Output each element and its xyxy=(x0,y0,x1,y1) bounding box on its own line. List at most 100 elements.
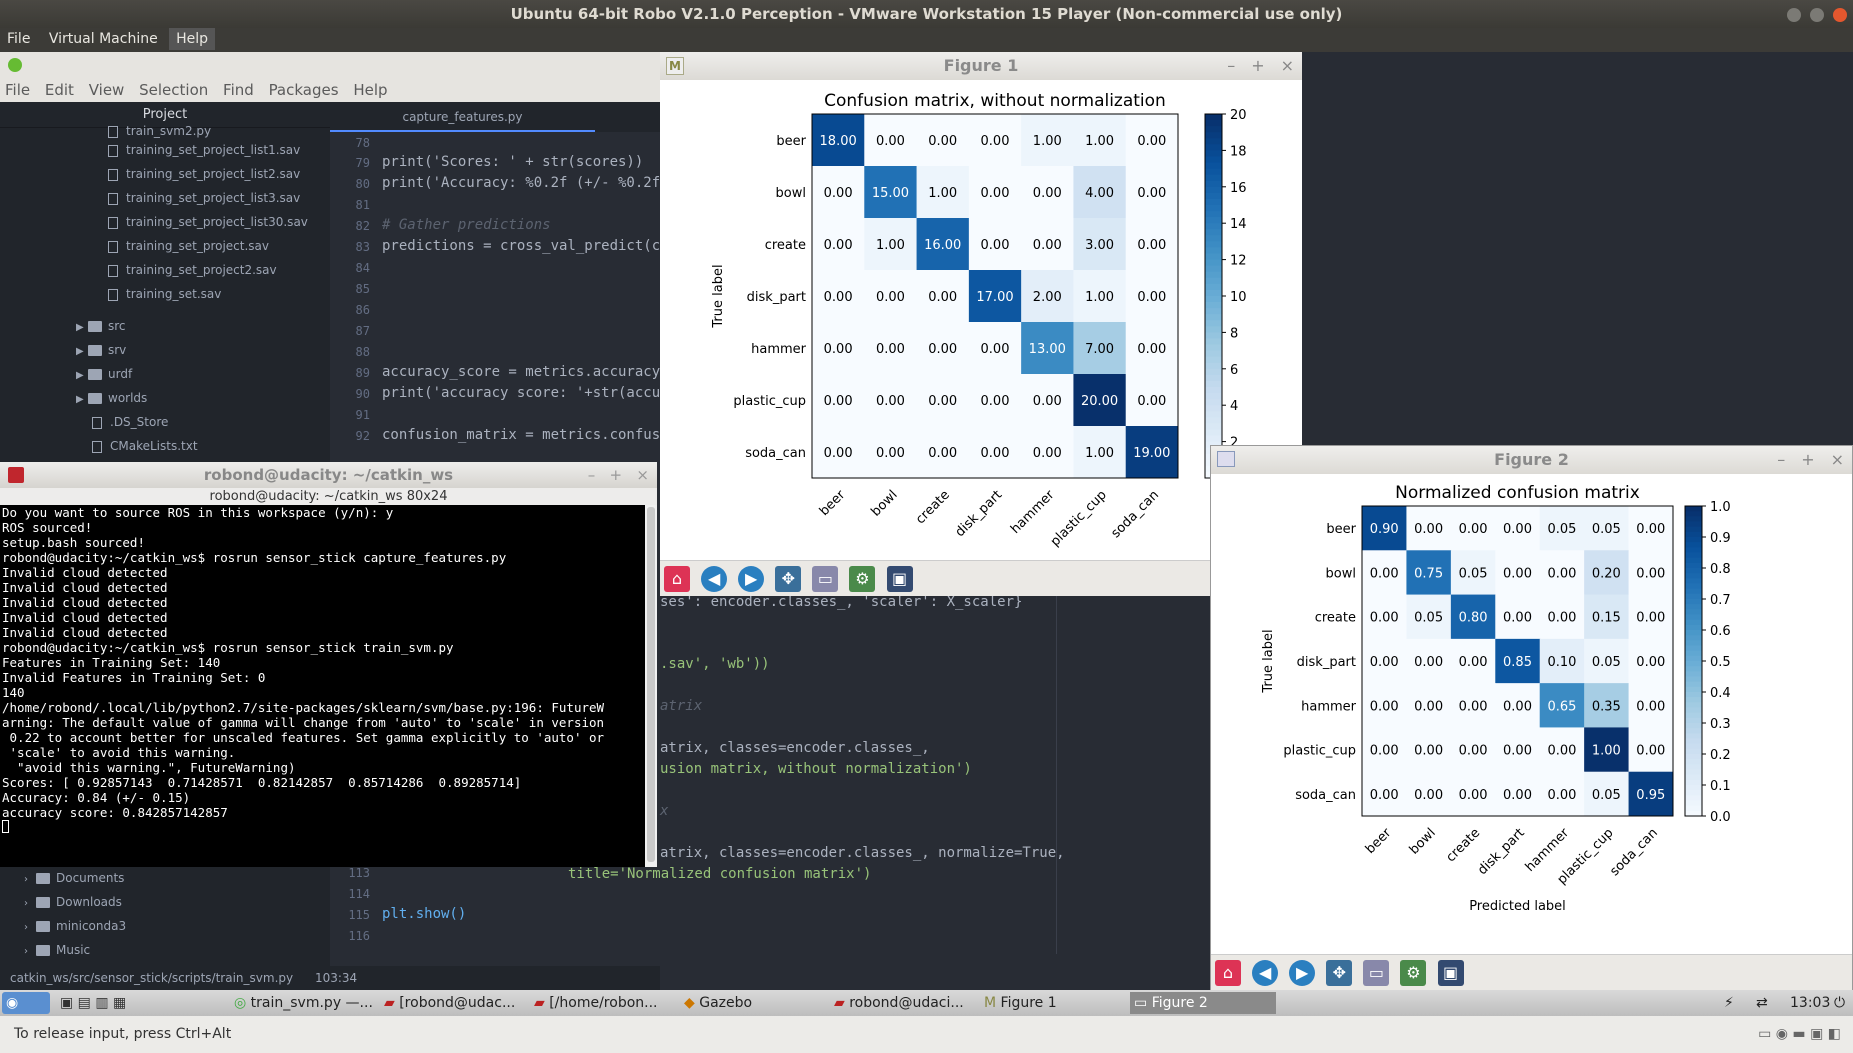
task-item[interactable]: ▰ robond@udaci... xyxy=(830,992,972,1014)
folder-item[interactable]: ▶ srv xyxy=(76,338,198,362)
cell-value-label: 0.00 xyxy=(981,446,1010,461)
cell-value-label: 0.00 xyxy=(1459,655,1488,670)
atom-menu-help[interactable]: Help xyxy=(348,78,392,102)
vm-device-icons[interactable]: ▭ ◉ ▬ ▣ ◧ xyxy=(1758,1016,1841,1053)
file-item[interactable]: training_set_project2.sav xyxy=(108,258,308,282)
home-icon[interactable]: ⌂ xyxy=(1215,960,1241,986)
folder-item[interactable]: › Downloads xyxy=(24,890,126,914)
file-item[interactable]: training_set_project.sav xyxy=(108,234,308,258)
battery-icon[interactable]: ⚡ xyxy=(1720,992,1750,1014)
vm-menu-file[interactable]: File xyxy=(0,28,37,50)
colorbar-segment xyxy=(1205,144,1222,151)
start-menu-icon[interactable]: ◉ xyxy=(2,992,50,1014)
code-editor[interactable]: capture_features.py 78 79 80 81 82 83 84… xyxy=(330,102,660,482)
vm-menu-virtual-machine[interactable]: Virtual Machine xyxy=(42,28,165,50)
figure2-window-controls[interactable]: – + × xyxy=(1761,446,1844,474)
colorbar-segment xyxy=(1685,630,1702,636)
folder-item[interactable]: › Documents xyxy=(24,866,126,890)
task-item[interactable]: ◆ Gazebo xyxy=(680,992,822,1014)
configure-subplots-icon[interactable]: ⚙ xyxy=(1400,960,1427,986)
atom-menu-file[interactable]: File xyxy=(0,78,35,102)
cell-value-label: 1.00 xyxy=(928,186,957,201)
code-line: print('accuracy score: '+str(accu xyxy=(382,385,661,401)
scrollbar-thumb[interactable] xyxy=(647,507,655,862)
tab-capture-features[interactable]: capture_features.py xyxy=(330,102,595,132)
terminal-window-controls[interactable]: – + × xyxy=(588,462,649,488)
folder-item[interactable]: › Music xyxy=(24,938,126,962)
vm-window-controls[interactable] xyxy=(1783,0,1847,28)
file-item[interactable]: training_set_project_list1.sav xyxy=(108,138,308,162)
task-item-active[interactable]: ▭ Figure 2 xyxy=(1130,992,1276,1014)
power-icon[interactable]: ⏻ xyxy=(1830,992,1852,1014)
atom-menu-find[interactable]: Find xyxy=(218,78,259,102)
colorbar-segment xyxy=(1685,645,1702,652)
atom-menu-selection[interactable]: Selection xyxy=(134,78,213,102)
folder-item[interactable]: › miniconda3 xyxy=(24,914,126,938)
forward-icon[interactable]: ▶ xyxy=(738,566,765,592)
forward-icon[interactable]: ▶ xyxy=(1289,960,1316,986)
back-icon[interactable]: ◀ xyxy=(1252,960,1279,986)
clock[interactable]: 13:03 xyxy=(1786,992,1830,1014)
figure1-canvas: Confusion matrix, without normalization 1… xyxy=(660,80,1302,560)
folder-item[interactable]: ▶ urdf xyxy=(76,362,198,386)
task-item[interactable]: ▰ [robond@udac... xyxy=(380,992,522,1014)
save-icon[interactable]: ▣ xyxy=(1437,960,1464,986)
cell-value-label: 0.00 xyxy=(928,290,957,305)
figure1-window: M Figure 1 – + × Confusion matrix, without… xyxy=(660,52,1302,596)
maximize-icon[interactable] xyxy=(1809,7,1824,22)
close-icon[interactable] xyxy=(1833,7,1847,22)
zoom-icon[interactable]: ▭ xyxy=(812,566,839,592)
minimize-icon[interactable]: – xyxy=(1777,450,1785,469)
colorbar-segment xyxy=(1685,795,1702,802)
cell-value-label: 0.00 xyxy=(1636,655,1665,670)
back-icon[interactable]: ◀ xyxy=(701,566,728,592)
x-tick-label: bowl xyxy=(868,488,900,520)
code-editor-lower[interactable]: ses': encoder.classes_, 'scaler': X_scal… xyxy=(660,594,1210,954)
terminal-output[interactable]: Do you want to source ROS in this worksp… xyxy=(0,505,645,867)
file-item[interactable]: training_set_project_list30.sav xyxy=(108,210,308,234)
status-cursor-position[interactable]: 103:34 xyxy=(297,971,357,985)
configure-subplots-icon[interactable]: ⚙ xyxy=(849,566,876,592)
terminal-close-icon[interactable] xyxy=(8,467,24,483)
file-item[interactable]: train_svm2.py xyxy=(108,124,308,138)
maximize-icon[interactable]: + xyxy=(1251,56,1264,75)
code-area[interactable]: 78 79 80 81 82 83 84 85 86 87 88 89 90 9… xyxy=(330,132,661,482)
home-icon[interactable]: ⌂ xyxy=(664,566,690,592)
pan-icon[interactable]: ✥ xyxy=(775,566,802,592)
figure1-window-controls[interactable]: – + × xyxy=(1211,52,1294,80)
colorbar-segment xyxy=(1205,344,1222,352)
task-item[interactable]: ▰ [/home/robon... xyxy=(530,992,672,1014)
chart-title: Confusion matrix, without normalization xyxy=(824,91,1166,111)
zoom-icon[interactable]: ▭ xyxy=(1363,960,1390,986)
folder-item[interactable]: ▶ worlds xyxy=(76,386,198,410)
task-item[interactable]: ◎ train_svm.py —... xyxy=(230,992,372,1014)
file-item[interactable]: training_set_project_list2.sav xyxy=(108,162,308,186)
folder-item[interactable]: ▶ src xyxy=(76,314,198,338)
atom-menu-edit[interactable]: Edit xyxy=(40,78,79,102)
colorbar-segment xyxy=(1205,374,1222,382)
cell-value-label: 0.00 xyxy=(981,238,1010,253)
close-icon[interactable]: × xyxy=(1831,450,1844,469)
pan-icon[interactable]: ✥ xyxy=(1326,960,1353,986)
atom-menu-packages[interactable]: Packages xyxy=(264,78,344,102)
file-icon xyxy=(108,264,118,277)
colorbar-segment xyxy=(1685,764,1702,771)
vm-menu-help[interactable]: Help xyxy=(169,28,216,50)
maximize-icon[interactable]: + xyxy=(1801,450,1814,469)
file-item[interactable]: training_set.sav xyxy=(108,282,308,306)
terminal-scrollbar[interactable] xyxy=(645,505,657,867)
quick-launch-icons[interactable]: ▣ ▤ ▥ ▦ xyxy=(56,992,216,1014)
minimize-icon[interactable] xyxy=(1786,7,1801,22)
colorbar-segment xyxy=(1685,588,1702,595)
atom-menu-view[interactable]: View xyxy=(84,78,130,102)
cell-value-label: 15.00 xyxy=(872,186,909,201)
file-item[interactable]: CMakeLists.txt xyxy=(76,434,198,458)
close-icon[interactable]: × xyxy=(1281,56,1294,75)
file-item[interactable]: training_set_project_list3.sav xyxy=(108,186,308,210)
task-item[interactable]: M Figure 1 xyxy=(980,992,1122,1014)
network-icon[interactable]: ⇄ xyxy=(1752,992,1778,1014)
minimize-icon[interactable]: – xyxy=(1227,56,1235,75)
save-icon[interactable]: ▣ xyxy=(886,566,913,592)
file-item[interactable]: .DS_Store xyxy=(76,410,198,434)
status-file-path[interactable]: catkin_ws/src/sensor_stick/scripts/train… xyxy=(0,971,293,985)
